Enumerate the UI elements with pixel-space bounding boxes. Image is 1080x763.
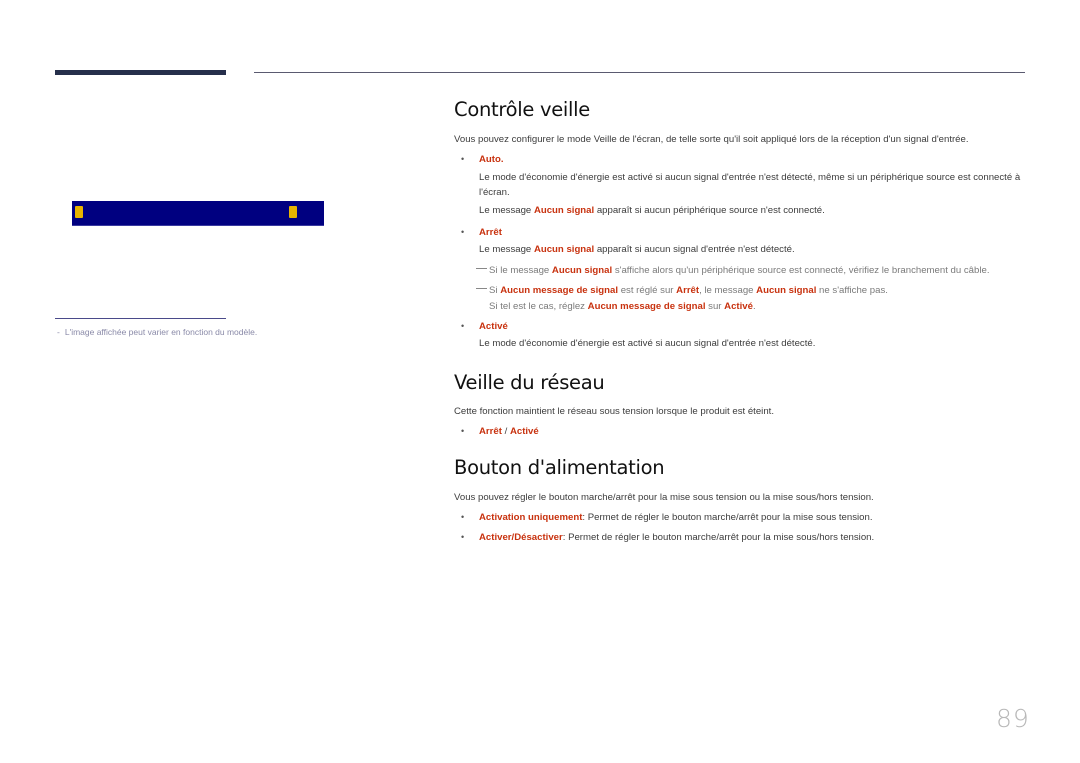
option-description: : Permet de régler le bouton marche/arrê… (582, 512, 873, 523)
option-label: Activer/Désactiver (479, 532, 563, 543)
note-no-signal-message: Si Aucun message de signal est réglé sur… (454, 283, 1034, 298)
note-dash-icon (476, 268, 487, 269)
highlight-term: Activé (724, 301, 753, 312)
screen-preview-image (72, 201, 324, 226)
highlight-term: Aucun message de signal (587, 301, 706, 312)
header-accent-bar (55, 70, 226, 75)
text: apparaît si aucun périphérique source n'… (594, 205, 825, 216)
option-label: Arrêt (479, 227, 502, 238)
text: apparaît si aucun signal d'entrée n'est … (594, 244, 795, 255)
option-label: Activé (509, 426, 539, 437)
text: Si tel est le cas, réglez (489, 301, 588, 312)
note-no-signal-fix: Si tel est le cas, réglez Aucun message … (454, 299, 1034, 314)
note-dash-icon (476, 288, 487, 289)
text: est réglé sur (618, 285, 677, 296)
highlight-term: Aucun message de signal (500, 285, 619, 296)
option-auto: Auto. (454, 152, 1034, 167)
separator: / (501, 426, 510, 437)
document-lock-icon (75, 206, 83, 218)
note-text: L'image affichée peut varier en fonction… (64, 327, 258, 337)
text: , le message (699, 285, 757, 296)
note-cable-check: Si le message Aucun signal s'affiche alo… (454, 263, 1034, 278)
option-label: Arrêt (479, 426, 502, 437)
text: . (752, 301, 756, 312)
option-description: Le mode d'économie d'énergie est activé … (479, 172, 1021, 198)
text: Si (489, 285, 501, 296)
highlight-term: Aucun signal (533, 244, 595, 255)
image-disclaimer-note: - L'image affichée peut varier en fonctio… (57, 327, 257, 337)
section-title-controle-veille: Contrôle veille (454, 98, 590, 121)
highlight-term: Aucun signal (551, 265, 613, 276)
option-active: Activé (454, 319, 1034, 334)
option-description: Le mode d'économie d'énergie est activé … (479, 338, 816, 349)
note-dash: - (57, 327, 60, 337)
text: Si le message (489, 265, 552, 276)
text: Le message (479, 244, 534, 255)
text: s'affiche alors qu'un périphérique sourc… (612, 265, 990, 276)
option-activer-desactiver: Activer/Désactiver: Permet de régler le … (454, 530, 1034, 545)
option-label: Activé (479, 321, 508, 332)
section-intro: Cette fonction maintient le réseau sous … (454, 406, 774, 417)
option-arret-active: Arrêt / Activé (454, 424, 1034, 439)
option-message: Le message Aucun signal apparaît si aucu… (454, 203, 1034, 218)
warning-lock-icon (289, 206, 297, 218)
header-rule (254, 72, 1025, 73)
section-intro: Vous pouvez configurer le mode Veille de… (454, 134, 969, 145)
option-activation-uniquement: Activation uniquement: Permet de régler … (454, 510, 1034, 525)
main-content: Contrôle veille Vous pouvez configurer l… (454, 98, 1034, 545)
option-arret: Arrêt (454, 225, 1034, 240)
text: ne s'affiche pas. (816, 285, 888, 296)
highlight-term: Arrêt (676, 285, 700, 296)
option-label: Activation uniquement (479, 512, 583, 523)
section-title-veille-reseau: Veille du réseau (454, 371, 605, 394)
option-description: : Permet de régler le bouton marche/arrê… (562, 532, 875, 543)
option-label: Auto. (479, 154, 504, 165)
page-number: 89 (996, 704, 1030, 733)
text: Le message (479, 205, 534, 216)
section-intro: Vous pouvez régler le bouton marche/arrê… (454, 492, 874, 503)
highlight-term: Aucun signal (533, 205, 595, 216)
highlight-term: Aucun signal (756, 285, 817, 296)
option-message: Le message Aucun signal apparaît si aucu… (454, 242, 1034, 257)
sidebar-rule (55, 318, 226, 319)
text: sur (705, 301, 725, 312)
section-title-bouton-alimentation: Bouton d'alimentation (454, 456, 665, 479)
